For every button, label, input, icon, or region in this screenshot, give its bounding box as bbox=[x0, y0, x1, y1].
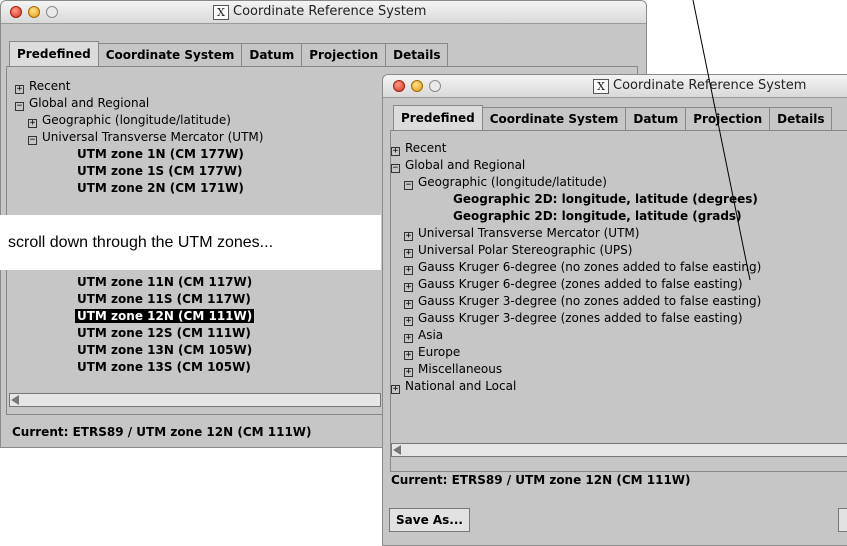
tree-item-utm-zone[interactable]: UTM zone 11S (CM 117W) bbox=[15, 291, 254, 308]
tab-coordinate-system[interactable]: Coordinate System bbox=[97, 43, 243, 66]
tree-item-ups[interactable]: + Universal Polar Stereographic (UPS) bbox=[391, 242, 761, 259]
tab-bar: Predefined Coordinate System Datum Proje… bbox=[393, 105, 833, 130]
tab-predefined[interactable]: Predefined bbox=[9, 41, 99, 66]
tree-item-recent[interactable]: + Recent bbox=[391, 140, 761, 157]
tree-item-geographic[interactable]: + Geographic (longitude/latitude) bbox=[15, 112, 263, 129]
tab-datum[interactable]: Datum bbox=[625, 107, 687, 130]
tree-item-gauss-kruger[interactable]: + Gauss Kruger 6-degree (no zones added t… bbox=[391, 259, 761, 276]
title-bar[interactable]: X Coordinate Reference System bbox=[383, 75, 847, 98]
tree-item-recent[interactable]: + Recent bbox=[15, 78, 263, 95]
minimize-icon[interactable] bbox=[28, 6, 40, 18]
tab-projection[interactable]: Projection bbox=[685, 107, 771, 130]
zoom-icon[interactable] bbox=[46, 6, 58, 18]
collapse-icon[interactable]: − bbox=[404, 181, 413, 190]
collapse-icon[interactable]: − bbox=[15, 102, 24, 111]
expand-icon[interactable]: + bbox=[404, 300, 413, 309]
expand-icon[interactable]: + bbox=[28, 119, 37, 128]
tree-item-national-local[interactable]: + National and Local bbox=[391, 378, 761, 395]
tab-datum[interactable]: Datum bbox=[241, 43, 303, 66]
tree-item-geographic[interactable]: − Geographic (longitude/latitude) bbox=[391, 174, 761, 191]
tree-item-utm-zone[interactable]: UTM zone 13N (CM 105W) bbox=[15, 342, 254, 359]
expand-icon[interactable]: + bbox=[404, 283, 413, 292]
expand-icon[interactable]: + bbox=[15, 85, 24, 94]
tree-item-utm-zone[interactable]: UTM zone 12S (CM 111W) bbox=[15, 325, 254, 342]
x11-icon: X bbox=[213, 5, 229, 20]
expand-icon[interactable]: + bbox=[404, 317, 413, 326]
tree-item-utm[interactable]: − Universal Transverse Mercator (UTM) bbox=[15, 129, 263, 146]
minimize-icon[interactable] bbox=[411, 80, 423, 92]
window-title: X Coordinate Reference System bbox=[593, 78, 806, 94]
expand-icon[interactable]: + bbox=[404, 249, 413, 258]
x11-icon: X bbox=[593, 79, 609, 94]
collapse-icon[interactable]: − bbox=[28, 136, 37, 145]
scroll-left-icon[interactable] bbox=[11, 395, 19, 405]
current-crs-label: Current: ETRS89 / UTM zone 12N (CM 111W) bbox=[12, 425, 312, 439]
expand-icon[interactable]: + bbox=[391, 147, 400, 156]
tab-bar: Predefined Coordinate System Datum Proje… bbox=[9, 41, 449, 66]
save-as-button[interactable]: Save As... bbox=[389, 508, 470, 532]
partial-button[interactable] bbox=[838, 508, 847, 532]
tab-details[interactable]: Details bbox=[385, 43, 449, 66]
crs-tree-bottom: UTM zone 11N (CM 117W) UTM zone 11S (CM … bbox=[15, 274, 255, 376]
tree-item-utm-zone[interactable]: UTM zone 2N (CM 171W) bbox=[15, 180, 263, 197]
tree-item-utm-zone[interactable]: UTM zone 11N (CM 117W) bbox=[15, 274, 254, 291]
tab-projection[interactable]: Projection bbox=[301, 43, 387, 66]
tree-item-global-regional[interactable]: − Global and Regional bbox=[391, 157, 761, 174]
tree-item-geographic-2d-degrees[interactable]: Geographic 2D: longitude, latitude (degr… bbox=[391, 191, 761, 208]
tree-item-utm-zone[interactable]: UTM zone 1S (CM 177W) bbox=[15, 163, 263, 180]
tree-item-europe[interactable]: + Europe bbox=[391, 344, 761, 361]
tree-item-asia[interactable]: + Asia bbox=[391, 327, 761, 344]
tab-coordinate-system[interactable]: Coordinate System bbox=[481, 107, 627, 130]
expand-icon[interactable]: + bbox=[404, 334, 413, 343]
expand-icon[interactable]: + bbox=[404, 232, 413, 241]
title-bar[interactable]: X Coordinate Reference System bbox=[1, 1, 646, 24]
horizontal-scrollbar[interactable] bbox=[391, 443, 847, 457]
tab-predefined[interactable]: Predefined bbox=[393, 105, 483, 130]
expand-icon[interactable]: + bbox=[404, 351, 413, 360]
tree-item-miscellaneous[interactable]: + Miscellaneous bbox=[391, 361, 761, 378]
annotation-caption: scroll down through the UTM zones... bbox=[0, 215, 381, 270]
tree-item-geographic-2d-grads[interactable]: Geographic 2D: longitude, latitude (grad… bbox=[391, 208, 761, 225]
current-crs-label: Current: ETRS89 / UTM zone 12N (CM 111W) bbox=[391, 473, 691, 487]
expand-icon[interactable]: + bbox=[404, 266, 413, 275]
crs-window-front: X Coordinate Reference System Predefined … bbox=[382, 74, 847, 546]
zoom-icon[interactable] bbox=[429, 80, 441, 92]
horizontal-scrollbar[interactable] bbox=[9, 393, 381, 407]
collapse-icon[interactable]: − bbox=[391, 164, 400, 173]
tree-item-utm-zone[interactable]: UTM zone 13S (CM 105W) bbox=[15, 359, 254, 376]
close-icon[interactable] bbox=[393, 80, 405, 92]
tree-item-global-regional[interactable]: − Global and Regional bbox=[15, 95, 263, 112]
window-title: X Coordinate Reference System bbox=[213, 4, 426, 20]
tree-item-utm-zone[interactable]: UTM zone 1N (CM 177W) bbox=[15, 146, 263, 163]
crs-tree: + Recent − Global and Regional − Geographic… bbox=[391, 140, 761, 395]
close-icon[interactable] bbox=[10, 6, 22, 18]
tree-item-gauss-kruger[interactable]: + Gauss Kruger 6-degree (zones added to f… bbox=[391, 276, 761, 293]
tree-item-gauss-kruger[interactable]: + Gauss Kruger 3-degree (zones added to f… bbox=[391, 310, 761, 327]
scroll-left-icon[interactable] bbox=[393, 445, 401, 455]
crs-tree-top: + Recent − Global and Regional + Geographic… bbox=[15, 78, 263, 197]
expand-icon[interactable]: + bbox=[404, 368, 413, 377]
expand-icon[interactable]: + bbox=[391, 385, 400, 394]
tab-details[interactable]: Details bbox=[769, 107, 833, 130]
tree-item-utm[interactable]: + Universal Transverse Mercator (UTM) bbox=[391, 225, 761, 242]
tree-item-gauss-kruger[interactable]: + Gauss Kruger 3-degree (no zones added t… bbox=[391, 293, 761, 310]
tree-item-utm-zone-selected[interactable]: UTM zone 12N (CM 111W) bbox=[15, 308, 255, 325]
